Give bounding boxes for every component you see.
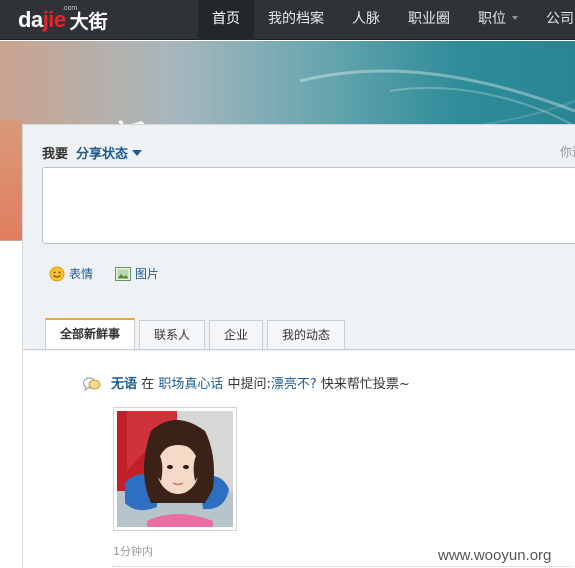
feed-divider [112, 566, 572, 567]
feed-item-text: 无语 在 职场真心话 中提问:漂亮不? 快来帮忙投票~ [111, 373, 410, 392]
tab-contacts[interactable]: 联系人 [139, 320, 206, 350]
feed-question-rest: 快来帮忙投票~ [320, 377, 410, 392]
picture-button-label: 图片 [135, 267, 160, 281]
picture-icon [115, 266, 132, 281]
logo-domain: .com [62, 5, 78, 12]
tab-my-activity[interactable]: 我的动态 [267, 320, 346, 350]
nav-item-home[interactable]: 首页 [198, 0, 254, 40]
portrait-photo [117, 411, 233, 527]
nav-item-companies[interactable]: 公司 [532, 0, 575, 40]
watermark: www.wooyun.org [438, 547, 552, 564]
nav-item-jobs[interactable]: 职位 [464, 0, 532, 40]
picture-button[interactable]: 图片 [115, 265, 159, 282]
site-logo[interactable]: dajie .com 大街 [18, 4, 108, 36]
feed-tabs: 全部新鲜事 联系人 企业 我的动态 [45, 318, 349, 350]
feed-photo-thumbnail[interactable] [113, 407, 237, 531]
smiley-icon [49, 266, 65, 281]
emoji-button-label: 表情 [69, 267, 94, 281]
nav-item-jobs-label: 职位 [478, 11, 506, 27]
banner-left-accent [0, 120, 22, 240]
share-type-row: 我要 分享状态 [42, 143, 143, 162]
question-bubble-icon [83, 377, 101, 391]
feed-in-label: 在 [141, 377, 155, 392]
main-card: 我要分享状态 你还 表情 图片 [22, 124, 575, 568]
feed-timestamp: 1分钟内 [113, 545, 153, 558]
nav-item-connections[interactable]: 人脉 [338, 0, 394, 40]
main-nav: 首页 我的档案 人脉 职业圈 职位 公司 [198, 0, 575, 40]
feed-question-link[interactable]: 漂亮不? [271, 377, 317, 392]
logo-wordmark: dajie [18, 7, 66, 32]
feed-user-link[interactable]: 无语 [111, 377, 137, 392]
dropdown-arrow-icon [132, 150, 143, 156]
feed-group-link[interactable]: 职场真心话 [158, 377, 223, 392]
tab-all-news[interactable]: 全部新鲜事 [45, 318, 136, 350]
tab-companies[interactable]: 企业 [209, 320, 264, 350]
share-prefix-label: 我要 [42, 147, 69, 162]
emoji-button[interactable]: 表情 [49, 265, 93, 282]
tabs-divider [23, 349, 575, 350]
nav-item-profile[interactable]: 我的档案 [254, 0, 338, 40]
share-type-dropdown[interactable]: 分享状态 [76, 147, 143, 162]
feed-action-label: 中提问: [227, 377, 271, 392]
status-textarea[interactable] [42, 167, 575, 244]
nav-item-career-circle[interactable]: 职业圈 [394, 0, 464, 40]
composer-hint: 你还 [560, 145, 575, 159]
top-nav-bar: dajie .com 大街 首页 我的档案 人脉 职业圈 职位 公司 [0, 0, 575, 40]
composer-tools: 表情 图片 [49, 265, 181, 282]
status-composer: 我要分享状态 你还 表情 图片 [23, 125, 575, 351]
chevron-down-icon [512, 16, 518, 20]
